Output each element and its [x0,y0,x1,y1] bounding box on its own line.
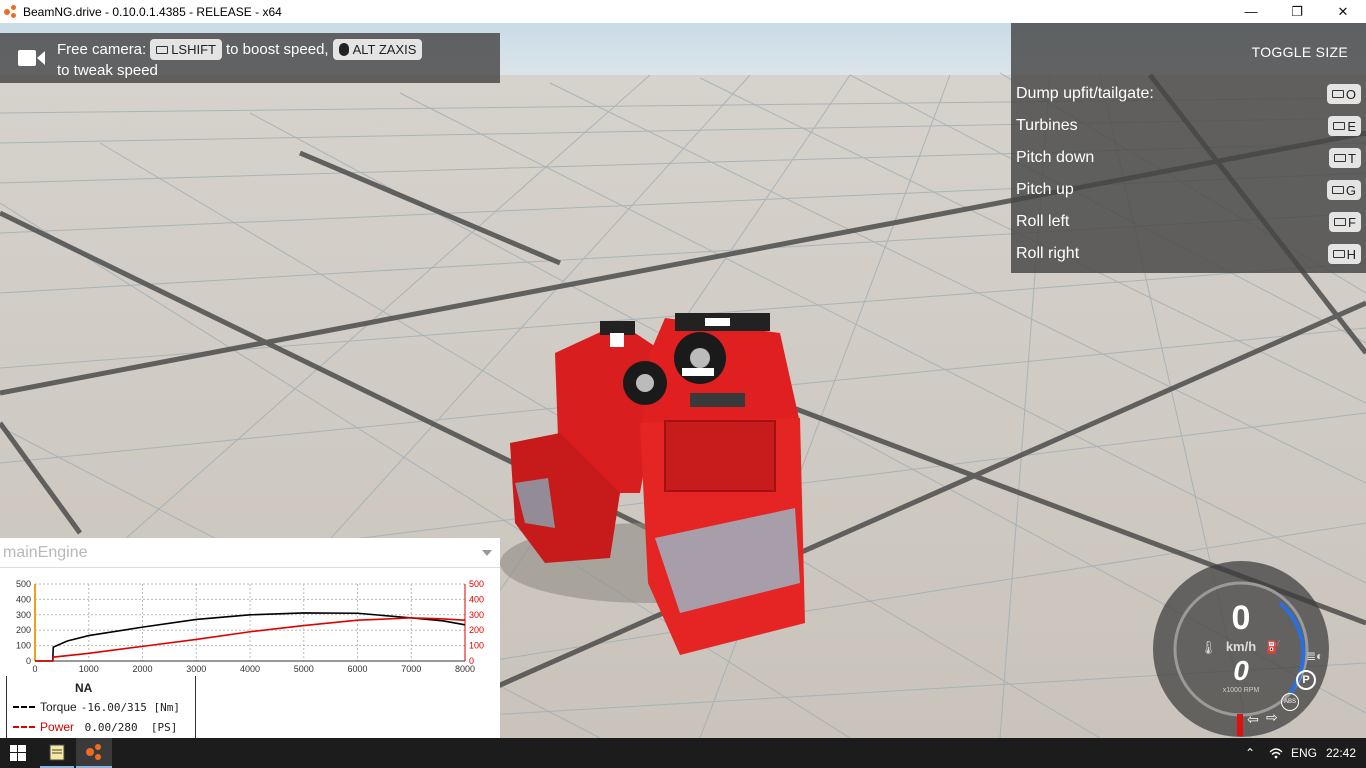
y-left-tick-label: 200 [16,625,31,635]
x-tick-label: 7000 [401,664,421,674]
notepad-icon [49,744,65,761]
start-button[interactable] [0,738,36,768]
temperature-icon: 🌡 [1200,640,1217,655]
binding-row: Turbines E [1016,114,1361,138]
wifi-icon[interactable] [1266,738,1286,768]
y-right-tick-label: 0 [469,656,474,666]
x-tick-label: 4000 [240,664,260,674]
taskbar: ⌃ ENG 22:42 [0,738,1366,768]
legend-value: 0.00/280 [PS] [78,720,178,734]
turn-signal-left-icon: ⇦ [1247,711,1259,727]
x-tick-label: 5000 [294,664,314,674]
y-left-tick-label: 100 [16,641,31,651]
binding-key: E [1328,116,1361,136]
close-button[interactable]: ✕ [1320,0,1366,23]
windows-logo-icon [10,745,26,761]
binding-label: Roll right [1016,245,1080,262]
engine-panel-title: mainEngine [3,543,88,561]
speed-value: 0 [1231,599,1251,637]
abs-indicator: ABS [1281,693,1299,711]
clock[interactable]: 22:42 [1320,738,1362,768]
binding-row: Pitch up G [1016,178,1361,202]
binding-key: G [1326,180,1361,200]
binding-row: Roll left F [1016,210,1361,234]
binding-label: Pitch up [1016,181,1074,198]
rpm-value: 0 [1233,655,1249,686]
mouse-icon [338,43,349,56]
boost-speed-key: LSHIFT [150,39,222,60]
y-left-tick-label: 500 [16,579,31,589]
camera-hint-suffix: to tweak speed [57,62,158,79]
y-left-tick-label: 400 [16,594,31,604]
legend-swatch [13,706,35,708]
x-tick-label: 6000 [347,664,367,674]
binding-label: Dump upfit/tailgate: [1016,85,1154,102]
legend-label: Torque [40,700,77,714]
keyboard-icon [1333,122,1346,130]
camera-hint-mid: to boost speed, [226,41,329,58]
video-camera-icon [18,50,45,66]
rpm-unit: x1000 RPM [1222,687,1260,694]
taskbar-app-beamng[interactable] [76,738,112,768]
keyboard-icon [1334,154,1347,162]
binding-key: F [1329,212,1361,232]
keyboard-icon [1331,186,1344,194]
keyboard-icon [1332,250,1345,258]
camera-hint-prefix: Free camera: [57,41,147,58]
beamng-logo-icon [86,744,101,760]
binding-label: Turbines [1016,117,1078,134]
language-indicator[interactable]: ENG [1290,738,1318,768]
binding-row: Pitch down T [1016,146,1361,170]
keyboard-icon [156,45,169,54]
x-tick-label: 3000 [186,664,206,674]
camera-hint-line1: Free camera: LSHIFT to boost speed, ALT … [57,39,426,60]
binding-key: H [1327,244,1361,264]
y-right-tick-label: 500 [469,579,484,589]
binding-row: Dump upfit/tailgate: O [1016,82,1361,106]
turn-signal-right-icon: ⇨ [1266,709,1278,725]
maximize-button[interactable]: ❐ [1274,0,1320,23]
minimize-button[interactable]: — [1228,0,1274,23]
chart-legend: NA Torque -16.00/315 [Nm] Power 0.00/280… [6,676,196,738]
show-hidden-icons-chevron-up-icon[interactable]: ⌃ [1240,738,1260,768]
keyboard-icon [1334,218,1347,226]
legend-swatch [13,726,35,728]
y-left-tick-label: 0 [26,656,31,666]
headlight-icon: ≣◐ [1306,649,1324,663]
x-tick-label: 0 [32,664,37,674]
toggle-size-button[interactable]: TOGGLE SIZE [1252,44,1348,60]
speed-unit: km/h [1225,639,1257,654]
binding-label: Pitch down [1016,149,1095,166]
tweak-speed-key: ALT ZAXIS [332,39,423,60]
y-left-tick-label: 300 [16,610,31,620]
binding-row: Roll right H [1016,242,1361,266]
legend-label: Power [40,720,75,734]
x-tick-label: 1000 [79,664,99,674]
legend-title: NA [75,681,93,695]
taskbar-app-notepad[interactable] [40,738,74,768]
camera-hint-box: Free camera: LSHIFT to boost speed, ALT … [0,33,500,83]
beamng-logo-icon [4,4,18,19]
window-titlebar: BeamNG.drive - 0.10.0.1.4385 - RELEASE -… [0,0,1366,23]
legend-value: -16.00/315 [Nm] [80,700,181,714]
y-right-tick-label: 300 [469,610,484,620]
torque-power-chart: 0 1000 2000 3000 4000 5000 6000 7000 80000100200… [16,579,484,674]
window-title: BeamNG.drive - 0.10.0.1.4385 - RELEASE -… [23,4,282,19]
binding-label: Roll left [1016,213,1070,230]
fuel-icon: ⛽ [1266,640,1281,654]
legend-row-power: Power 0.00/280 [PS] [13,720,177,734]
binding-key: T [1329,148,1361,168]
dropdown-caret-icon[interactable] [482,549,492,556]
y-right-tick-label: 100 [469,641,484,651]
y-right-tick-label: 200 [469,625,484,635]
engine-panel-header[interactable]: mainEngine [0,538,500,568]
x-tick-label: 2000 [132,664,152,674]
window-controls: — ❐ ✕ [1228,0,1366,23]
keyboard-icon [1331,90,1344,98]
legend-row-torque: Torque -16.00/315 [Nm] [13,700,180,714]
bindings-panel: TOGGLE SIZE Dump upfit/tailgate: O Turbi… [1011,23,1366,273]
y-right-tick-label: 400 [469,594,484,604]
binding-key: O [1326,84,1361,104]
parking-brake-indicator: P [1296,670,1316,690]
